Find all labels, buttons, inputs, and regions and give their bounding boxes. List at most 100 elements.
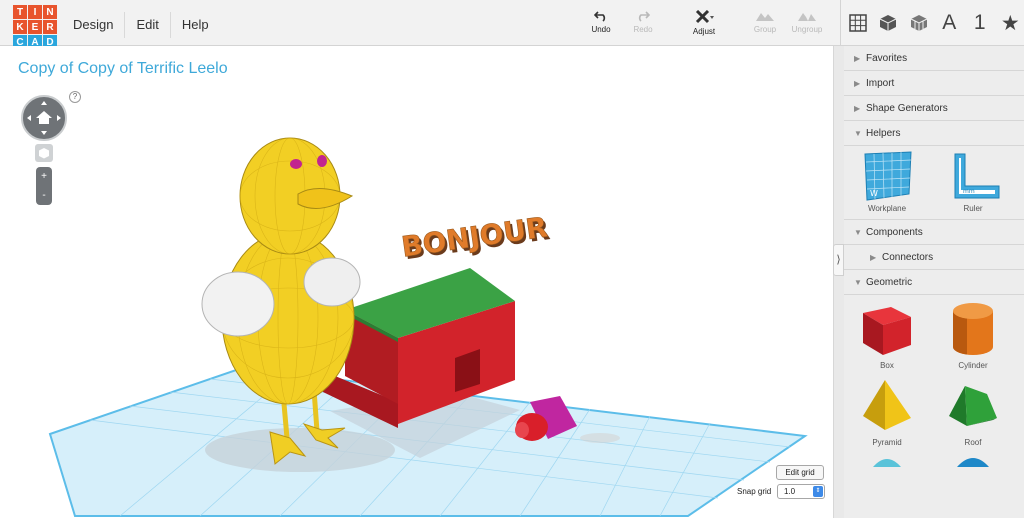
section-geometric[interactable]: ▼ Geometric <box>844 270 1024 295</box>
zoom-out-button[interactable]: - <box>36 186 52 205</box>
shape-label: Cylinder <box>958 361 988 370</box>
shape-roof[interactable]: Roof <box>930 376 1016 453</box>
shape-label: Workplane <box>867 204 907 213</box>
shape-cylinder[interactable]: Cylinder <box>930 299 1016 376</box>
cone-icon <box>873 459 901 467</box>
grid-view-icon[interactable] <box>844 8 872 38</box>
undo-label: Undo <box>591 25 611 34</box>
caret-down-icon: ▼ <box>854 278 862 287</box>
pyramid-icon <box>863 380 911 430</box>
logo-letter: N <box>43 5 57 19</box>
caret-right-icon: ▶ <box>854 104 861 113</box>
shape-label: Roof <box>964 438 982 447</box>
shape-pyramid[interactable]: Pyramid <box>844 376 930 453</box>
edit-grid-button[interactable]: Edit grid <box>776 465 824 480</box>
section-favorites[interactable]: ▶ Favorites <box>844 46 1024 71</box>
star-icon[interactable]: ★ <box>997 8 1024 38</box>
section-label: Components <box>866 227 923 238</box>
section-label: Shape Generators <box>866 103 948 114</box>
view-toolbar: A 1 ★ <box>840 0 1024 46</box>
shaded-box-icon[interactable] <box>905 8 933 38</box>
cylinder-icon <box>953 303 993 355</box>
shape-label: Pyramid <box>872 438 902 447</box>
select-arrows-icon: ⇕ <box>813 486 823 497</box>
workplane-icon: W <box>864 151 912 201</box>
helpers-grid: W Workplane mm Ruler <box>844 146 1024 220</box>
ruler-icon: mm <box>954 153 1000 199</box>
shape-partial-2[interactable] <box>930 453 1016 467</box>
svg-text:W: W <box>870 189 878 198</box>
menu-edit[interactable]: Edit <box>125 12 171 38</box>
logo-letter: R <box>43 20 57 34</box>
main-menu: Design Edit Help <box>62 12 220 38</box>
chevron-right-icon: ⟩ <box>836 254 841 266</box>
snap-grid-select[interactable]: 1.0 ⇕ <box>777 484 825 499</box>
section-label: Helpers <box>866 128 901 139</box>
section-label: Import <box>866 78 895 89</box>
group-label: Group <box>753 25 777 34</box>
shape-partial-1[interactable] <box>844 453 930 467</box>
shape-ruler[interactable]: mm Ruler <box>930 150 1016 219</box>
group-icon <box>756 13 774 21</box>
section-label: Connectors <box>882 252 934 263</box>
ungroup-icon <box>798 13 816 21</box>
roof-icon <box>949 386 997 426</box>
logo-letter: E <box>28 20 42 34</box>
snap-grid-label: Snap grid <box>737 487 772 496</box>
redo-icon <box>638 11 650 22</box>
section-label: Favorites <box>866 53 908 64</box>
caret-down-icon: ▼ <box>854 129 862 138</box>
adjust-label: Adjust <box>692 27 716 36</box>
section-components[interactable]: ▼ Components <box>844 220 1024 245</box>
box-view-icon[interactable] <box>875 8 903 38</box>
shape-label: Box <box>880 361 894 370</box>
undo-button[interactable]: Undo <box>580 10 622 34</box>
undo-icon <box>594 11 606 22</box>
fit-view-button[interactable] <box>35 144 53 162</box>
geometric-grid: Box Cylinder Pyramid Roof <box>844 295 1024 467</box>
menu-design[interactable]: Design <box>62 12 126 38</box>
orbit-control[interactable] <box>21 95 67 141</box>
shapes-panel: ▶ Favorites ▶ Import ▶ Shape Generators ▼ He… <box>844 46 1024 518</box>
design-title[interactable]: Copy of Copy of Terrific Leelo <box>18 60 228 78</box>
logo-letter: T <box>13 5 27 19</box>
section-helpers[interactable]: ▼ Helpers <box>844 121 1024 146</box>
shape-workplane[interactable]: W Workplane <box>844 150 930 219</box>
box-icon <box>863 307 911 355</box>
logo-letter: I <box>28 5 42 19</box>
cube-view-icon <box>39 148 49 159</box>
ungroup-label: Ungroup <box>791 25 823 34</box>
number-icon[interactable]: 1 <box>966 8 994 38</box>
panel-collapse-tab[interactable]: ⟩ <box>833 244 844 276</box>
section-connectors[interactable]: ▶ Connectors <box>844 245 1024 270</box>
ungroup-button[interactable]: Ungroup <box>786 10 828 34</box>
text-icon[interactable]: A <box>936 8 964 38</box>
redo-label: Redo <box>633 25 653 34</box>
caret-right-icon: ▶ <box>870 253 877 262</box>
svg-text:mm: mm <box>963 188 975 195</box>
group-button[interactable]: Group <box>744 10 786 34</box>
adjust-icon <box>695 10 714 24</box>
caret-down-icon: ▼ <box>854 228 862 237</box>
section-import[interactable]: ▶ Import <box>844 71 1024 96</box>
help-icon[interactable]: ? <box>69 91 81 103</box>
top-bar: T I N K E R C A D Design Edit Help Undo … <box>0 0 1024 49</box>
3d-scene[interactable]: BONJOUR BONJOUR <box>0 46 834 518</box>
snap-grid-value: 1.0 <box>784 487 796 496</box>
shape-label: Ruler <box>963 204 983 213</box>
caret-right-icon: ▶ <box>854 79 861 88</box>
section-shape-generators[interactable]: ▶ Shape Generators <box>844 96 1024 121</box>
menu-help[interactable]: Help <box>171 12 220 38</box>
section-label: Geometric <box>866 277 913 288</box>
logo-letter: K <box>13 20 27 34</box>
zoom-in-button[interactable]: + <box>36 167 52 186</box>
shape-box[interactable]: Box <box>844 299 930 376</box>
workplane-canvas[interactable]: BONJOUR BONJOUR Copy of Copy of Terrific… <box>0 46 834 518</box>
home-view-icon <box>27 101 61 135</box>
adjust-button[interactable]: Adjust <box>683 10 725 36</box>
redo-button[interactable]: Redo <box>622 10 664 34</box>
sphere-icon <box>957 458 989 467</box>
caret-right-icon: ▶ <box>854 54 861 63</box>
bonjour-text-model[interactable]: BONJOUR BONJOUR <box>399 210 552 266</box>
tinkercad-logo[interactable]: T I N K E R C A D <box>13 5 58 50</box>
